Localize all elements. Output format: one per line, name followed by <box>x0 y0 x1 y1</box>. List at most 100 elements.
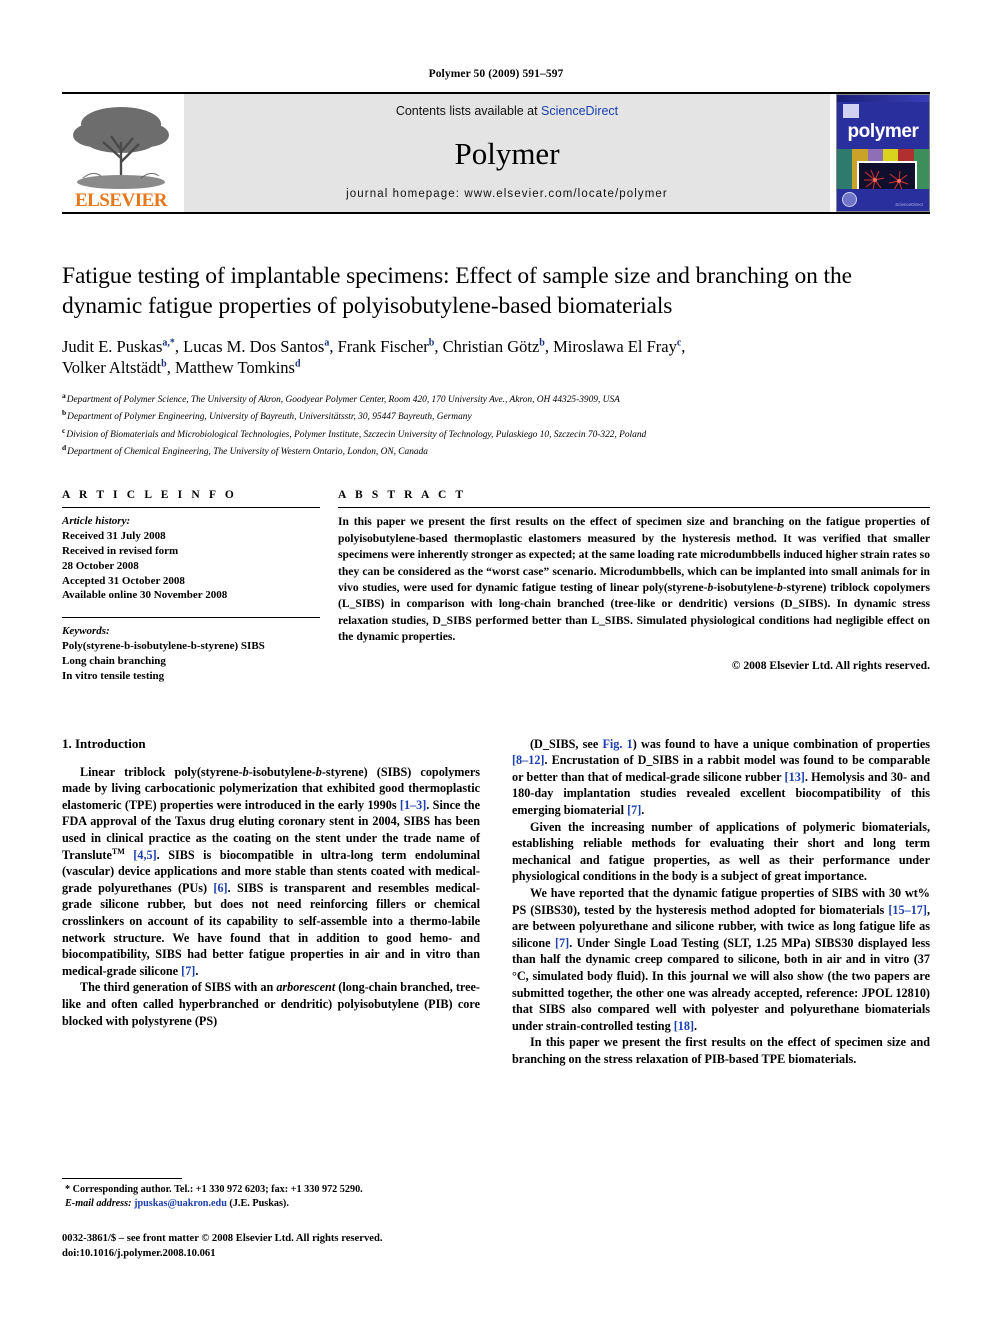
contents-line: Contents lists available at ScienceDirec… <box>396 104 618 118</box>
article-info-heading: A R T I C L E I N F O <box>62 489 237 502</box>
journal-homepage[interactable]: journal homepage: www.elsevier.com/locat… <box>346 188 668 200</box>
footnote-line-1: * Corresponding author. Tel.: +1 330 972… <box>65 1184 363 1195</box>
info-abstract-region: A R T I C L E I N F O Article history: R… <box>62 489 930 683</box>
citation-link[interactable]: [8–12] <box>512 753 545 767</box>
body-column-right: (D_SIBS, see Fig. 1) was found to have a… <box>512 736 930 1068</box>
body-paragraph: In this paper we present the first resul… <box>512 1035 930 1066</box>
citation-link[interactable]: [18] <box>674 1019 694 1033</box>
citation-link[interactable]: [13] <box>785 770 805 784</box>
journal-cover-thumbnail: polymer ScienceDirect <box>836 94 930 212</box>
article-history-line: 28 October 2008 <box>62 559 139 572</box>
left-column-paragraphs: Linear triblock poly(styrene-b-isobutyle… <box>62 764 480 1030</box>
article-history: Article history: Received 31 July 2008 Re… <box>62 514 320 603</box>
footer-doi: doi:10.1016/j.polymer.2008.10.061 <box>62 1248 216 1260</box>
running-head: Polymer 50 (2009) 591–597 <box>428 68 564 80</box>
affiliation-marker: b <box>62 408 67 418</box>
right-column-paragraphs: (D_SIBS, see Fig. 1) was found to have a… <box>512 736 930 1068</box>
title-block: Fatigue testing of implantable specimens… <box>62 262 930 459</box>
author-name: Lucas M. Dos Santos <box>183 336 325 356</box>
keyword-item: Long chain branching <box>62 654 166 667</box>
body-paragraph: (D_SIBS, see Fig. 1) was found to have a… <box>512 736 930 817</box>
affiliation-item: bDepartment of Polymer Engineering, Univ… <box>62 408 472 423</box>
body-paragraph: We have reported that the dynamic fatigu… <box>512 885 930 1033</box>
author-name: Christian Götz <box>442 336 540 356</box>
article-history-line: Received in revised form <box>62 544 179 557</box>
keywords-block: Keywords: Poly(styrene-b-isobutylene-b-s… <box>62 617 320 683</box>
cover-footer-mark: ScienceDirect <box>895 202 923 208</box>
citation-link[interactable]: [7] <box>555 936 569 950</box>
email-owner: (J.E. Puskas). <box>229 1198 289 1210</box>
cover-top-band <box>837 95 929 102</box>
article-info-rule <box>62 507 320 509</box>
citation-link[interactable]: [4,5] <box>133 848 156 862</box>
keyword-item: Poly(styrene-b-isobutylene-b-styrene) SI… <box>62 640 265 653</box>
author-affiliation-marker: c <box>676 337 682 349</box>
affiliation-item: aDepartment of Polymer Science, The Univ… <box>62 391 620 406</box>
affiliation-marker: d <box>62 442 67 452</box>
cover-seal-icon <box>842 192 857 207</box>
article-history-line: Received 31 July 2008 <box>62 530 166 542</box>
author-affiliation-marker: b <box>428 337 435 349</box>
masthead-center: Contents lists available at ScienceDirec… <box>184 94 830 212</box>
abstract-rule <box>338 507 930 509</box>
footer-front-matter: 0032-3861/$ – see front matter © 2008 El… <box>62 1233 383 1244</box>
abstract-copyright: © 2008 Elsevier Ltd. All rights reserved… <box>731 658 930 672</box>
elsevier-logo: ELSEVIER <box>62 94 180 212</box>
cover-publisher-mark-icon <box>843 104 859 118</box>
footnote-email-line: E-mail address: jpuskas@uakron.edu (J.E.… <box>62 1197 462 1211</box>
article-history-label: Article history: <box>62 515 131 528</box>
citation-link[interactable]: [6] <box>213 881 227 895</box>
author-line-1: Judit E. Puskasa,*, Lucas M. Dos Santosa… <box>62 336 686 356</box>
keywords-rule <box>62 617 320 619</box>
author-affiliation-marker: b <box>539 337 545 349</box>
citation-link[interactable]: [1–3] <box>400 798 426 812</box>
journal-title: Polymer <box>454 135 560 171</box>
abstract-heading: A B S T R A C T <box>338 489 467 502</box>
page-title: Fatigue testing of implantable specimens… <box>62 263 852 319</box>
affiliation-item: cDivision of Biomaterials and Microbiolo… <box>62 425 647 440</box>
author-affiliation-marker: a <box>324 337 330 349</box>
citation-link[interactable]: [7] <box>627 803 641 817</box>
author-line-2: Volker Altstädtb, Matthew Tomkinsd <box>62 358 301 378</box>
keyword-list: Poly(styrene-b-isobutylene-b-styrene) SI… <box>62 639 320 684</box>
journal-masthead: ELSEVIER Contents lists available at Sci… <box>62 92 930 212</box>
author-name: Volker Altstädt <box>62 358 162 378</box>
elsevier-wordmark: ELSEVIER <box>74 190 168 211</box>
footnote-rule <box>62 1178 182 1179</box>
affiliation-marker: a <box>62 391 66 401</box>
figure-link[interactable]: Fig. 1 <box>602 737 632 751</box>
author-affiliation-marker: b <box>161 358 167 370</box>
citation-link[interactable]: [7] <box>181 964 195 978</box>
cover-title: polymer <box>847 121 919 142</box>
section-heading-introduction: 1. Introduction <box>62 735 146 751</box>
masthead-bottom-rule <box>62 212 930 214</box>
citation-link[interactable]: [15–17] <box>888 903 927 917</box>
body-paragraph: Given the increasing number of applicati… <box>512 819 930 884</box>
article-history-lines: Received 31 July 2008 Received in revised… <box>62 529 320 603</box>
affiliation-item: dDepartment of Chemical Engineering, The… <box>62 442 428 458</box>
author-name: Frank Fischer <box>337 336 429 356</box>
article-history-line: Available online 30 November 2008 <box>62 589 228 602</box>
sciencedirect-link[interactable]: ScienceDirect <box>541 104 618 118</box>
keywords-label: Keywords: <box>62 625 110 638</box>
corresponding-author-footnote: * Corresponding author. Tel.: +1 330 972… <box>62 1178 462 1211</box>
contents-prefix: Contents lists available at <box>395 104 542 118</box>
affiliation-list: aDepartment of Polymer Science, The Univ… <box>62 390 930 459</box>
paper-page: Polymer 50 (2009) 591–597 ELSEVIER Conte… <box>0 0 992 1323</box>
email-address-link[interactable]: jpuskas@uakron.edu <box>134 1198 227 1209</box>
article-history-line: Accepted 31 October 2008 <box>62 574 185 587</box>
abstract-text: In this paper we present the first resul… <box>338 515 930 644</box>
page-footer: 0032-3861/$ – see front matter © 2008 El… <box>62 1231 382 1261</box>
author-name: Judit E. Puskas <box>62 336 163 356</box>
author-name: Matthew Tomkins <box>174 358 295 378</box>
affiliation-marker: c <box>62 425 66 435</box>
abstract-column: A B S T R A C T In this paper we present… <box>338 489 930 683</box>
keyword-item: In vitro tensile testing <box>62 669 165 682</box>
body-paragraph: The third generation of SIBS with an arb… <box>62 980 480 1028</box>
body-paragraph: Linear triblock poly(styrene-b-isobutyle… <box>62 764 480 978</box>
body-columns: 1. Introduction Linear triblock poly(sty… <box>62 736 930 1068</box>
author-list: Judit E. Puskasa,*, Lucas M. Dos Santosa… <box>62 336 930 380</box>
article-info-column: A R T I C L E I N F O Article history: R… <box>62 489 320 683</box>
body-column-left: 1. Introduction Linear triblock poly(sty… <box>62 736 480 1068</box>
email-address-label: E-mail address: <box>65 1198 132 1210</box>
